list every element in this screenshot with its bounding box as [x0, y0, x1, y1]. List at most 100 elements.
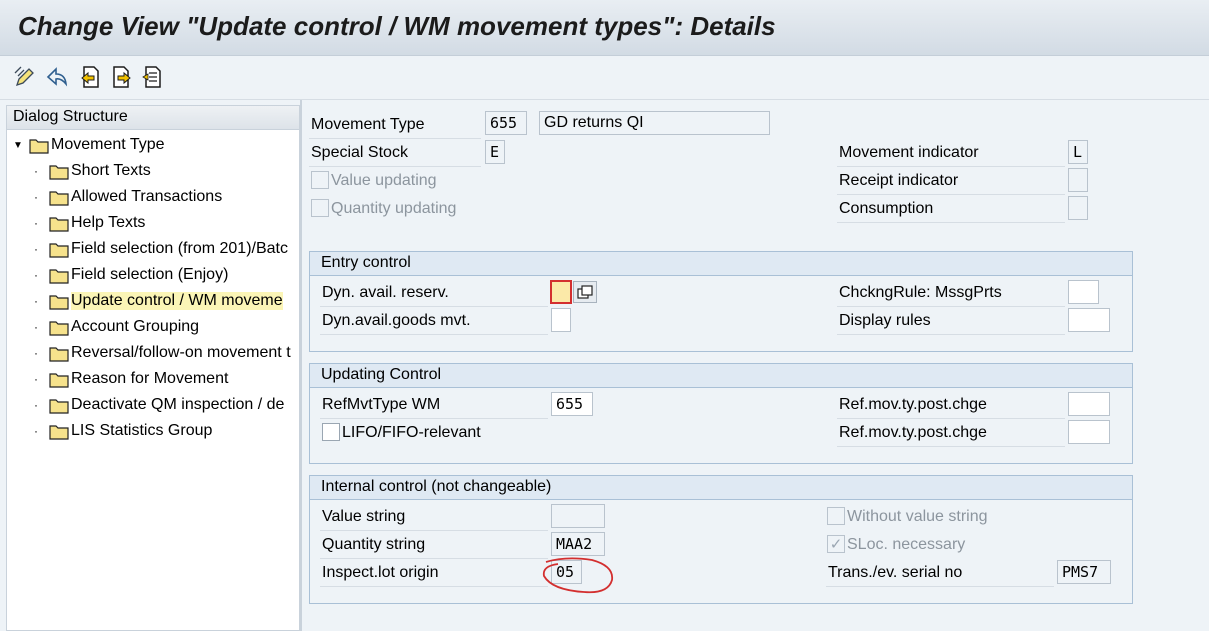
- dyn-avail-reserv-input[interactable]: [550, 280, 572, 304]
- tree-bullet: ·: [34, 164, 38, 178]
- row-line: [309, 138, 481, 139]
- entry-control-title: Entry control: [310, 252, 1132, 276]
- tree-bullet: ·: [34, 398, 38, 412]
- row-line: [320, 530, 548, 531]
- tree-bullet: ·: [34, 372, 38, 386]
- undo-icon[interactable]: [44, 64, 70, 90]
- tree-bullet: ·: [34, 268, 38, 282]
- display-rules-input[interactable]: [1068, 308, 1110, 332]
- tree-label: LIS Statistics Group: [71, 422, 213, 439]
- checkmark-icon: ✓: [829, 536, 843, 553]
- tree-node[interactable]: · Field selection (Enjoy): [31, 262, 299, 288]
- tree-node[interactable]: · Update control / WM moveme: [31, 288, 299, 314]
- inspect-lot-origin-field: 05: [551, 560, 582, 584]
- ref-post-chge-1-input[interactable]: [1068, 392, 1110, 416]
- tree-label: Account Grouping: [71, 318, 200, 335]
- row-line: [837, 446, 1065, 447]
- tree-label: Short Texts: [71, 162, 151, 179]
- tree-bullet: ·: [34, 294, 38, 308]
- tree-node[interactable]: · Short Texts: [31, 158, 299, 184]
- folder-open-icon: [29, 138, 49, 154]
- dyn-avail-reserv-label: Dyn. avail. reserv.: [322, 284, 449, 301]
- dyn-avail-goods-label: Dyn.avail.goods mvt.: [322, 312, 471, 329]
- tree-label: Deactivate QM inspection / de: [71, 396, 285, 413]
- tree-label: Help Texts: [71, 214, 146, 231]
- row-line: [320, 418, 548, 419]
- row-line: [320, 558, 548, 559]
- ref-mvt-type-input[interactable]: 655: [551, 392, 593, 416]
- sloc-necessary-label: SLoc. necessary: [847, 536, 966, 553]
- folder-icon: [49, 346, 69, 362]
- tree-bullet: ·: [34, 216, 38, 230]
- tree-label: Movement Type: [51, 136, 165, 153]
- updating-control-title: Updating Control: [310, 364, 1132, 388]
- row-line: [320, 586, 548, 587]
- tree-bullet: ·: [34, 190, 38, 204]
- tree-label: Field selection (Enjoy): [71, 266, 229, 283]
- value-string-label: Value string: [322, 508, 406, 525]
- movement-indicator-field: L: [1068, 140, 1088, 164]
- ref-mvt-type-label: RefMvtType WM: [322, 396, 441, 413]
- tree-node[interactable]: · Reason for Movement: [31, 366, 299, 392]
- application-toolbar: [0, 56, 1209, 100]
- quantity-string-label: Quantity string: [322, 536, 426, 553]
- sloc-necessary-checkbox: ✓: [827, 535, 845, 553]
- without-value-string-checkbox: [827, 507, 845, 525]
- row-line: [826, 586, 1054, 587]
- ref-post-chge-1-label: Ref.mov.ty.post.chge: [839, 396, 987, 413]
- quantity-string-field: MAA2: [551, 532, 605, 556]
- tree-node[interactable]: · Account Grouping: [31, 314, 299, 340]
- expand-arrow-icon[interactable]: ▼: [13, 140, 23, 151]
- value-updating-checkbox: [311, 171, 329, 189]
- tree-bullet: ·: [34, 320, 38, 334]
- quantity-updating-label: Quantity updating: [331, 200, 457, 217]
- serial-no-field: PMS7: [1057, 560, 1111, 584]
- tree-node[interactable]: · Field selection (from 201)/Batc: [31, 236, 299, 262]
- tree-label: Field selection (from 201)/Batc: [71, 240, 288, 257]
- tree-node[interactable]: · Help Texts: [31, 210, 299, 236]
- row-line: [837, 194, 1065, 195]
- folder-icon: [49, 268, 69, 284]
- value-help-icon[interactable]: [573, 281, 597, 303]
- panel-splitter[interactable]: [300, 100, 302, 631]
- folder-icon: [49, 164, 69, 180]
- value-string-field: [551, 504, 605, 528]
- tree-bullet: ·: [34, 242, 38, 256]
- folder-icon: [49, 398, 69, 414]
- tree-label: Reason for Movement: [71, 370, 229, 387]
- ref-post-chge-2-input[interactable]: [1068, 420, 1110, 444]
- row-line: [837, 334, 1065, 335]
- movement-indicator-label: Movement indicator: [839, 144, 979, 161]
- tree-node-movement-type[interactable]: ▼ Movement Type: [13, 132, 299, 158]
- title-bar: Change View "Update control / WM movemen…: [0, 0, 1209, 56]
- tree-bullet: ·: [34, 346, 38, 360]
- checking-rule-input[interactable]: [1068, 280, 1099, 304]
- tree-node[interactable]: · Allowed Transactions: [31, 184, 299, 210]
- display-change-icon[interactable]: [12, 64, 38, 90]
- window-title: Change View "Update control / WM movemen…: [18, 11, 776, 41]
- tree-node[interactable]: · LIS Statistics Group: [31, 418, 299, 444]
- movement-type-description: GD returns QI: [539, 111, 770, 135]
- folder-icon: [49, 242, 69, 258]
- dialog-structure-header: Dialog Structure: [7, 106, 299, 130]
- next-entry-icon[interactable]: [109, 64, 135, 90]
- movement-type-field: 655: [485, 111, 527, 135]
- quantity-updating-checkbox: [311, 199, 329, 217]
- without-value-string-label: Without value string: [847, 508, 988, 525]
- receipt-indicator-field: [1068, 168, 1088, 192]
- special-stock-field: E: [485, 140, 505, 164]
- movement-type-label: Movement Type: [311, 116, 425, 133]
- folder-icon: [49, 190, 69, 206]
- lifo-fifo-label: LIFO/FIFO-relevant: [342, 424, 481, 441]
- previous-entry-icon[interactable]: [77, 64, 103, 90]
- select-entry-icon[interactable]: [140, 64, 166, 90]
- folder-icon: [49, 424, 69, 440]
- lifo-fifo-checkbox[interactable]: [322, 423, 340, 441]
- tree-node[interactable]: · Deactivate QM inspection / de: [31, 392, 299, 418]
- dyn-avail-goods-input[interactable]: [551, 308, 571, 332]
- consumption-label: Consumption: [839, 200, 934, 217]
- folder-icon: [49, 372, 69, 388]
- tree-node[interactable]: · Reversal/follow-on movement t: [31, 340, 299, 366]
- row-line: [320, 306, 548, 307]
- row-line: [837, 222, 1065, 223]
